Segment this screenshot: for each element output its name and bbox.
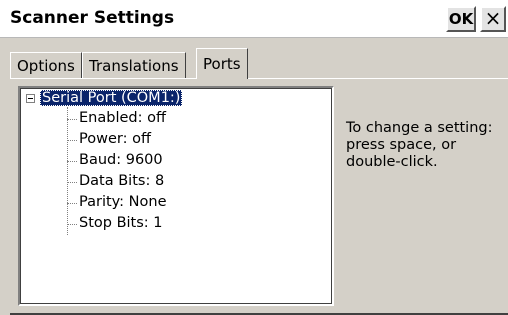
settings-tree[interactable]: Serial Port (COM1:) Enabled: off Power: … (18, 86, 334, 306)
tab-ports[interactable]: Ports (196, 48, 248, 79)
title-bar: Scanner Settings OK × (0, 0, 508, 38)
tab-divider (10, 78, 508, 79)
close-button[interactable]: × (480, 6, 506, 32)
collapse-icon[interactable] (26, 94, 35, 103)
tree-item-label: Power: off (79, 131, 151, 147)
ok-button[interactable]: OK (446, 6, 476, 32)
tree-connector (67, 107, 68, 235)
tree-item-label: Parity: None (79, 194, 167, 210)
tree-item-label: Data Bits: 8 (79, 173, 165, 189)
tree-item-label: Enabled: off (79, 110, 166, 126)
window-title: Scanner Settings (10, 8, 175, 28)
tree-root-serial-port[interactable]: Serial Port (COM1:) (40, 90, 183, 106)
tree-item-label: Stop Bits: 1 (79, 215, 163, 231)
help-text: To change a setting: press space, or dou… (346, 120, 493, 170)
tree-item-label: Baud: 9600 (79, 152, 163, 168)
tab-translations[interactable]: Translations (82, 52, 186, 78)
tab-options[interactable]: Options (10, 52, 82, 78)
